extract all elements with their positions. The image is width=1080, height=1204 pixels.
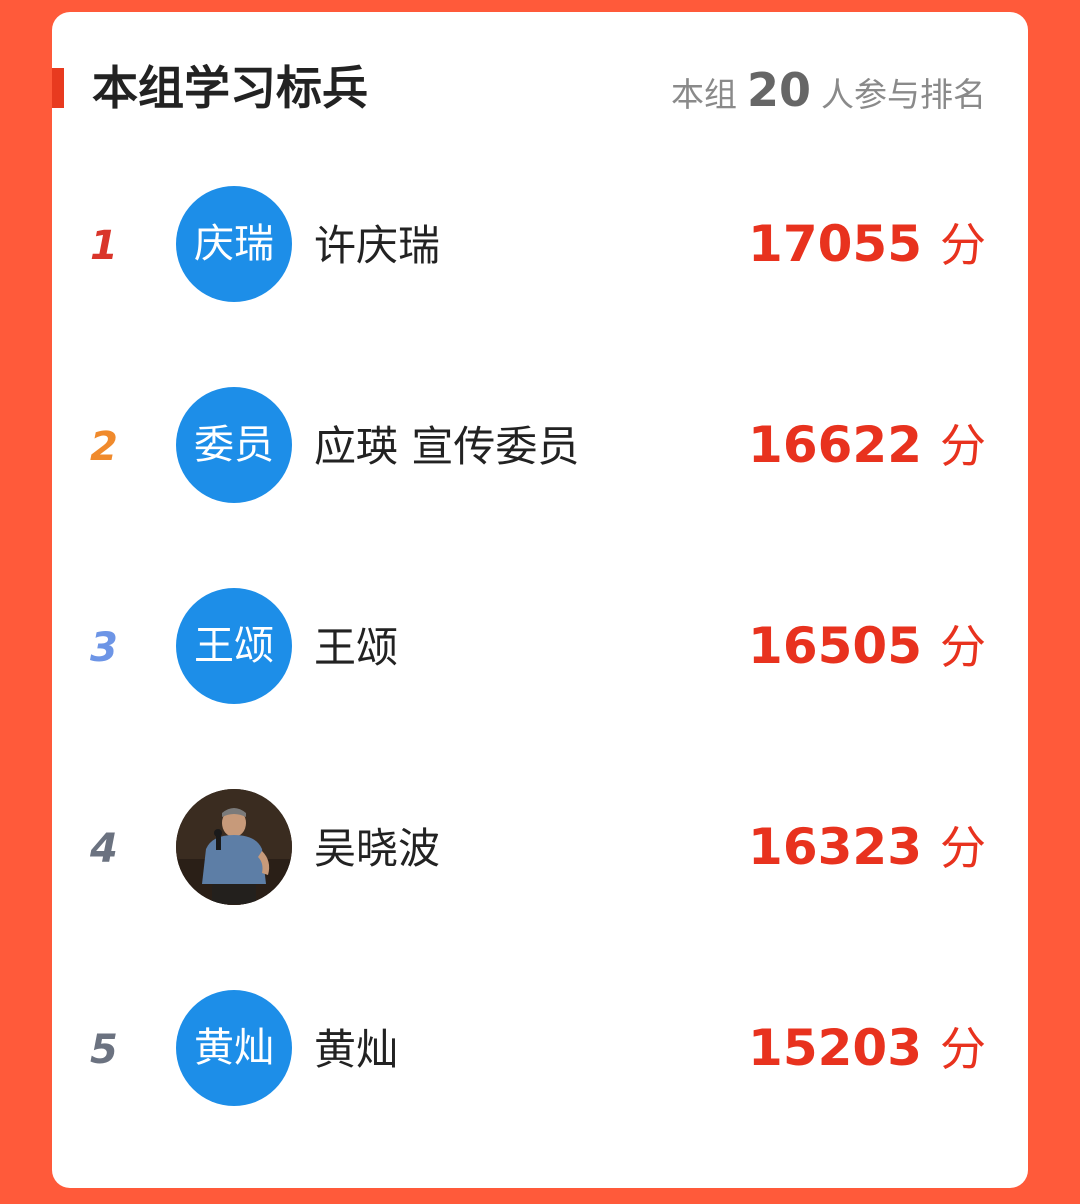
rank-number: 1 (90, 223, 118, 269)
avatar[interactable]: 庆瑞 (176, 186, 292, 302)
score-value: 16622 (748, 416, 922, 474)
score-value: 17055 (748, 215, 922, 273)
score-unit: 分 (940, 1022, 986, 1076)
avatar-photo[interactable] (176, 789, 292, 905)
title-accent-bar (52, 68, 64, 108)
ranking-row-1[interactable]: 1 庆瑞 许庆瑞 17055 分 (52, 186, 1028, 306)
score-value: 15203 (748, 1019, 922, 1077)
avatar[interactable]: 委员 (176, 387, 292, 503)
participant-suffix: 人参与排名 (821, 75, 986, 114)
score-value: 16323 (748, 818, 922, 876)
rank-number: 2 (90, 424, 118, 470)
rank-number: 4 (90, 826, 118, 872)
score-value: 16505 (748, 617, 922, 675)
rank-number: 3 (90, 625, 118, 671)
person-photo-icon (176, 789, 292, 905)
card-header: 本组学习标兵 本组 20 人参与排名 (52, 12, 1028, 172)
avatar[interactable]: 王颂 (176, 588, 292, 704)
score-unit: 分 (940, 218, 986, 272)
page: 本组学习标兵 本组 20 人参与排名 1 庆瑞 许庆瑞 17055 分 2 委员 应瑛… (0, 0, 1080, 1204)
ranking-row-2[interactable]: 2 委员 应瑛 宣传委员 16622 分 (52, 387, 1028, 507)
member-name[interactable]: 吴晓波 (314, 819, 440, 879)
participant-prefix: 本组 (670, 75, 737, 114)
member-score: 16323 分 (748, 817, 986, 889)
avatar[interactable]: 黄灿 (176, 990, 292, 1106)
member-name[interactable]: 许庆瑞 (314, 216, 440, 276)
member-name[interactable]: 黄灿 (314, 1020, 398, 1080)
ranking-row-3[interactable]: 3 王颂 王颂 16505 分 (52, 588, 1028, 708)
score-unit: 分 (940, 419, 986, 473)
member-name[interactable]: 应瑛 宣传委员 (314, 417, 579, 477)
member-score: 17055 分 (748, 214, 986, 286)
member-score: 16505 分 (748, 616, 986, 688)
member-name[interactable]: 王颂 (314, 618, 398, 678)
score-unit: 分 (940, 821, 986, 875)
participant-summary: 本组 20 人参与排名 (671, 60, 986, 125)
participant-count: 20 (746, 63, 811, 117)
member-score: 15203 分 (748, 1018, 986, 1090)
ranking-row-4[interactable]: 4 吴晓波 16323 分 (52, 789, 1028, 909)
ranking-row-5[interactable]: 5 黄灿 黄灿 15203 分 (52, 990, 1028, 1110)
member-score: 16622 分 (748, 415, 986, 487)
score-unit: 分 (940, 620, 986, 674)
rank-number: 5 (90, 1027, 118, 1073)
leaderboard-card: 本组学习标兵 本组 20 人参与排名 1 庆瑞 许庆瑞 17055 分 2 委员 应瑛… (52, 12, 1028, 1188)
card-title: 本组学习标兵 (92, 61, 368, 115)
